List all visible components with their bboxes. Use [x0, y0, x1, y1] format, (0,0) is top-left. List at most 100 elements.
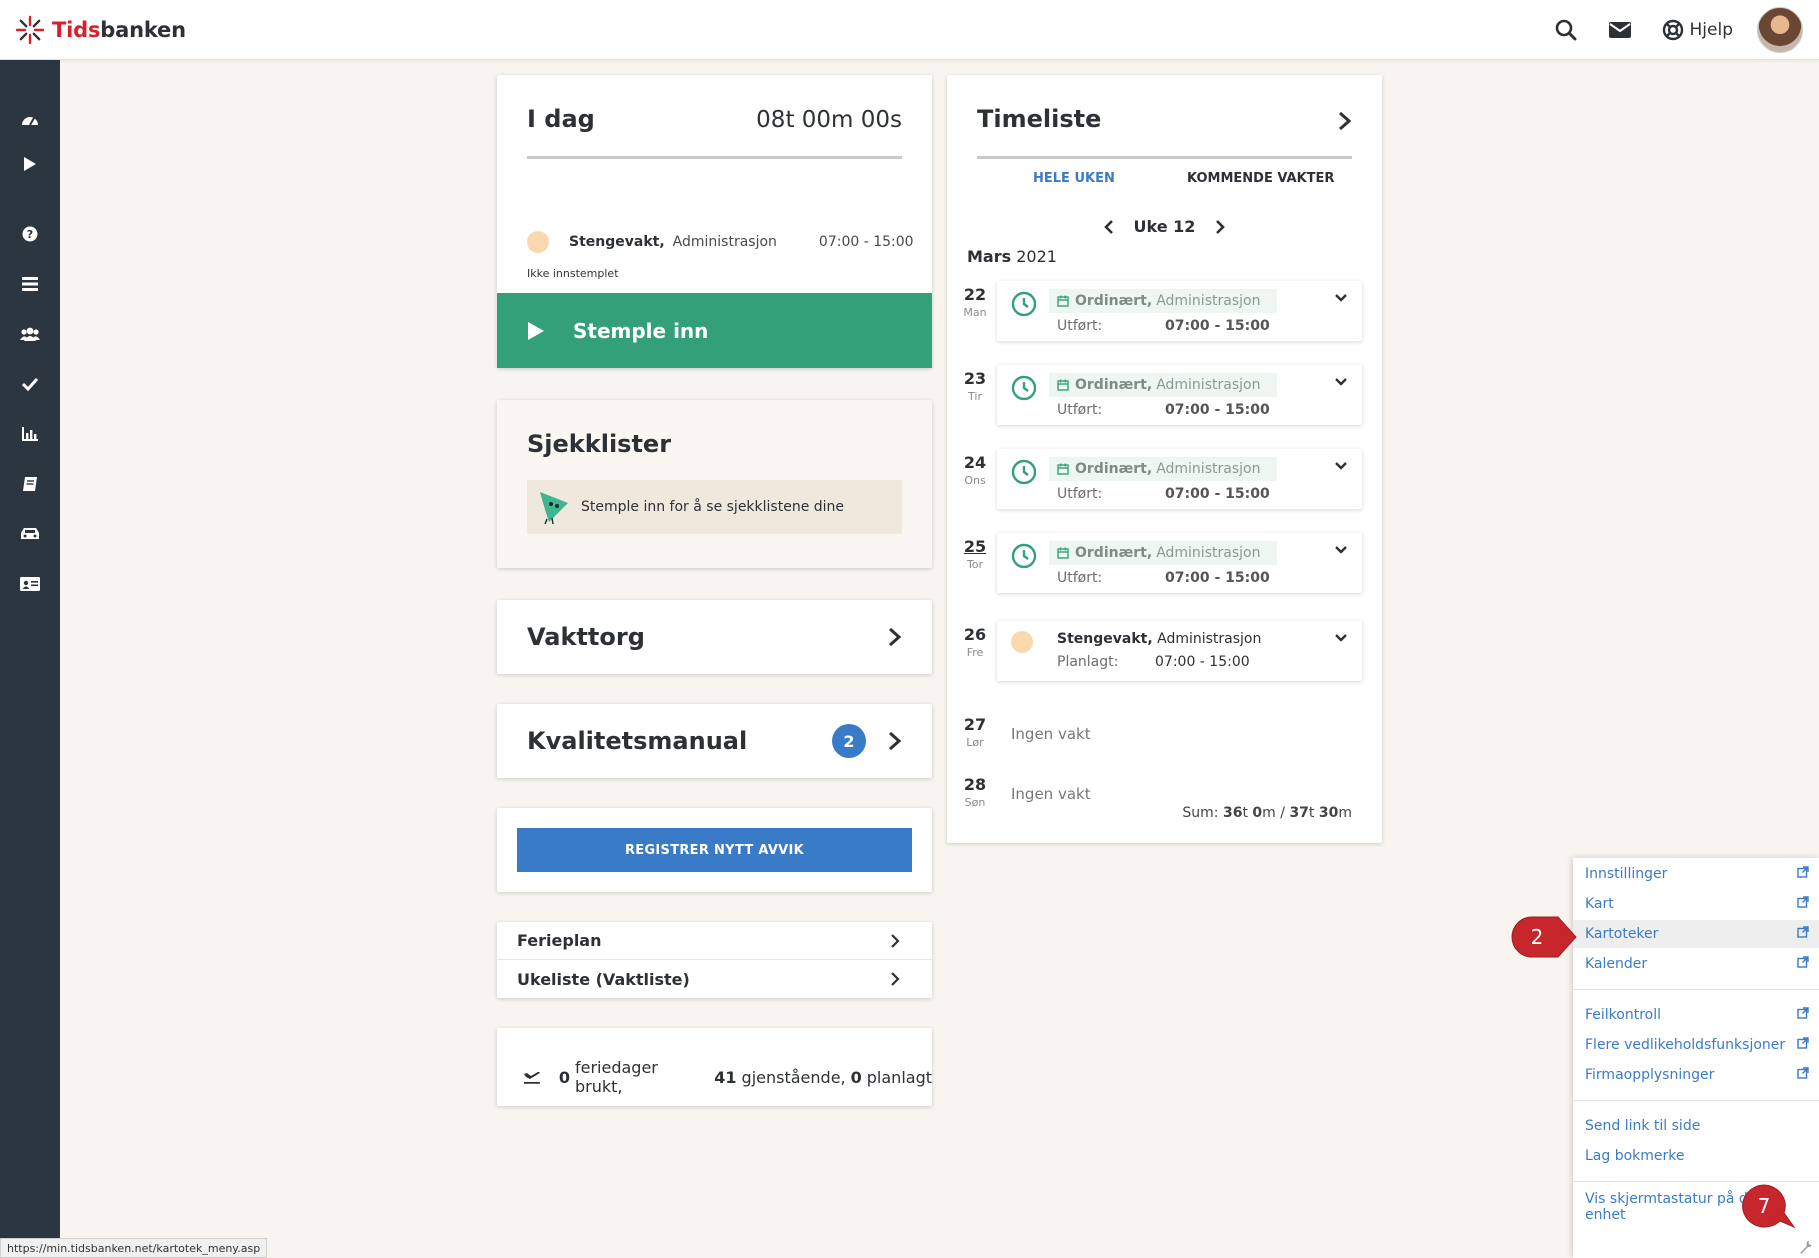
vacation-summary: 0 feriedager brukt, 41 gjenstående, 0 pl…	[523, 1058, 932, 1096]
shift-entry[interactable]: Ordinært, Administrasjon Utført: 07:00 - 15…	[997, 281, 1362, 341]
mascot-icon	[540, 492, 568, 525]
logo-text: Tidsbanken	[52, 18, 186, 42]
quality-manual-card[interactable]: Kvalitetsmanual 2	[497, 704, 932, 778]
svg-text:7: 7	[1758, 1194, 1771, 1218]
day-number: 27	[963, 715, 987, 734]
today-time: 08t 00m 00s	[756, 107, 902, 133]
shift-dot-icon	[1011, 631, 1033, 653]
sidebar: ?	[0, 60, 60, 1258]
register-deviation-button[interactable]: REGISTRER NYTT AVVIK	[517, 828, 912, 872]
mail-icon[interactable]	[1608, 18, 1632, 42]
check-icon[interactable]	[0, 364, 60, 404]
calendar-icon	[1057, 379, 1069, 391]
menu-item-company-info[interactable]: Firmaopplysninger	[1573, 1061, 1819, 1089]
vacation-remaining-label: gjenstående,	[741, 1067, 846, 1087]
shift-time: 07:00 - 15:00	[1165, 570, 1270, 586]
shift-sub-label: Utført:	[1057, 318, 1103, 334]
car-icon[interactable]	[0, 514, 60, 554]
shift-entry[interactable]: Ordinært, Administrasjon Utført: 07:00 - 15…	[997, 365, 1362, 425]
timesheet-card: Timeliste HELE UKEN KOMMENDE VAKTER Uke …	[947, 75, 1382, 843]
chevron-down-icon[interactable]	[1334, 377, 1348, 387]
vacation-planned-label: planlagt	[866, 1067, 932, 1087]
vacation-remaining: 41	[714, 1067, 737, 1087]
menu-item-send-link[interactable]: Send link til side	[1573, 1112, 1819, 1140]
shift-type-tag: Ordinært, Administrasjon	[1049, 457, 1277, 481]
calendar-icon	[1057, 463, 1069, 475]
plane-icon	[523, 1071, 540, 1084]
week-list-label: Ukeliste (Vaktliste)	[517, 969, 690, 989]
calendar-icon	[1057, 295, 1069, 307]
chevron-right-icon	[891, 972, 900, 986]
checklists-notice-text: Stemple inn for å se sjekklistene dine	[581, 499, 845, 515]
stamp-in-label: Stemple inn	[573, 318, 709, 343]
logo-mark-icon	[15, 15, 45, 45]
links-card: Ferieplan Ukeliste (Vaktliste)	[497, 922, 932, 998]
vakttorg-card[interactable]: Vakttorg	[497, 600, 932, 674]
tab-upcoming-shifts[interactable]: KOMMENDE VAKTER	[1187, 171, 1334, 186]
today-card: I dag 08t 00m 00s Stengevakt, Administra…	[497, 75, 932, 368]
day-label: 24 Ons	[957, 453, 993, 487]
shift-entry[interactable]: Stengevakt, Administrasjon Planlagt: 07:00…	[997, 621, 1362, 681]
chevron-right-icon	[891, 933, 900, 948]
week-navigation: Uke 12	[947, 217, 1382, 236]
chevron-down-icon[interactable]	[1334, 545, 1348, 555]
day-number: 26	[963, 625, 987, 644]
chevron-down-icon[interactable]	[1334, 461, 1348, 471]
shift-entry[interactable]: Ordinært, Administrasjon Utført: 07:00 - 15…	[997, 449, 1362, 509]
clock-icon	[1011, 375, 1037, 401]
menu-item-map[interactable]: Kart	[1573, 890, 1819, 918]
chevron-right-icon[interactable]	[1215, 219, 1226, 235]
chevron-left-icon[interactable]	[1103, 219, 1114, 235]
wrench-icon[interactable]	[1799, 1240, 1813, 1254]
question-icon[interactable]: ?	[0, 214, 60, 254]
clock-icon	[1011, 291, 1037, 317]
dashboard-icon[interactable]	[0, 100, 60, 140]
users-icon[interactable]	[0, 314, 60, 354]
week-list-link[interactable]: Ukeliste (Vaktliste)	[497, 960, 932, 998]
book-icon[interactable]	[0, 464, 60, 504]
chevron-down-icon[interactable]	[1334, 633, 1348, 643]
list-icon[interactable]	[0, 264, 60, 304]
day-name: Fre	[966, 646, 984, 659]
top-bar: Tidsbanken Hjelp	[0, 0, 1819, 60]
day-name: Søn	[964, 796, 986, 809]
menu-item-error-check[interactable]: Feilkontroll	[1573, 1001, 1819, 1029]
day-name: Ons	[964, 474, 986, 487]
month-label: Mars 2021	[967, 247, 1057, 266]
menu-item-bookmark[interactable]: Lag bokmerke	[1573, 1142, 1819, 1170]
id-card-icon[interactable]	[0, 564, 60, 604]
external-link-icon	[1797, 1037, 1809, 1053]
no-shift-label: Ingen vakt	[1011, 725, 1091, 743]
tab-whole-week[interactable]: HELE UKEN	[1033, 171, 1115, 186]
bar-chart-icon[interactable]	[0, 414, 60, 454]
shift-time: 07:00 - 15:00	[1165, 402, 1270, 418]
stamp-in-button[interactable]: Stemple inn	[497, 293, 932, 368]
shift-type-tag: Ordinært, Administrasjon	[1049, 373, 1277, 397]
vacation-used: 0	[558, 1067, 570, 1087]
menu-item-registers[interactable]: Kartoteker	[1573, 920, 1819, 948]
day-label: 23 Tir	[957, 369, 993, 403]
day-number: 28	[963, 775, 987, 794]
menu-divider	[1573, 989, 1819, 990]
search-icon[interactable]	[1554, 18, 1578, 42]
menu-item-maintenance[interactable]: Flere vedlikeholdsfunksjoner	[1573, 1031, 1819, 1059]
menu-item-settings[interactable]: Innstillinger	[1573, 860, 1819, 888]
shift-name: Stengevakt,	[569, 234, 665, 250]
tidsbanken-logo[interactable]: Tidsbanken	[14, 14, 186, 46]
shift-type-tag: Ordinært, Administrasjon	[1049, 289, 1277, 313]
help-button[interactable]: Hjelp	[1662, 19, 1733, 41]
external-link-icon	[1797, 1067, 1809, 1083]
chevron-right-icon	[889, 627, 902, 647]
day-number: 25	[963, 537, 987, 556]
help-label: Hjelp	[1689, 20, 1733, 40]
shift-time: 07:00 - 15:00	[1165, 486, 1270, 502]
play-icon	[528, 321, 544, 340]
vacation-plan-link[interactable]: Ferieplan	[497, 922, 932, 960]
shift-time: 07:00 - 15:00	[1165, 318, 1270, 334]
chevron-down-icon[interactable]	[1334, 293, 1348, 303]
chevron-right-icon[interactable]	[1338, 111, 1352, 131]
menu-item-calendar[interactable]: Kalender	[1573, 950, 1819, 978]
play-icon[interactable]	[0, 144, 60, 184]
shift-entry[interactable]: Ordinært, Administrasjon Utført: 07:00 - 15…	[997, 533, 1362, 593]
user-avatar[interactable]	[1757, 7, 1803, 53]
